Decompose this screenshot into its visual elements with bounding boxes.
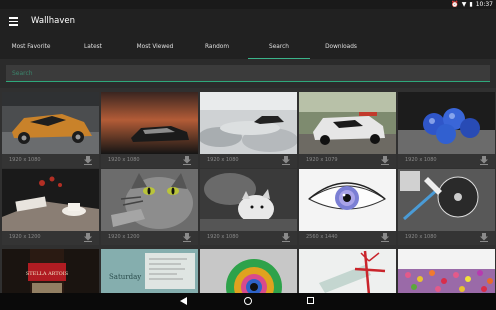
wallpaper-thumbnail bbox=[299, 92, 396, 154]
wallpaper-thumbnail bbox=[398, 249, 495, 293]
download-icon[interactable] bbox=[282, 156, 290, 165]
wallpaper-thumbnail bbox=[200, 249, 297, 293]
wifi-icon: ▼ bbox=[461, 1, 467, 8]
wallpaper-footer: 1920 x 1079 bbox=[299, 154, 396, 168]
battery-icon: ▮ bbox=[469, 1, 473, 8]
wallpaper-card[interactable] bbox=[200, 249, 297, 293]
wallpaper-resolution: 1920 x 1079 bbox=[306, 157, 338, 163]
app-title: Wallhaven bbox=[31, 16, 76, 26]
tab-bar: Most Favorite Latest Most Viewed Random … bbox=[0, 35, 496, 59]
wallpaper-resolution: 1920 x 1080 bbox=[9, 157, 41, 163]
search-input[interactable] bbox=[6, 65, 490, 82]
wallpaper-thumbnail bbox=[200, 92, 297, 154]
home-icon[interactable] bbox=[244, 297, 252, 305]
wallpaper-card[interactable]: 1920 x 1080 bbox=[101, 92, 198, 168]
tab-latest[interactable]: Latest bbox=[62, 35, 124, 59]
download-icon[interactable] bbox=[183, 233, 191, 242]
wallpaper-card[interactable]: 1920 x 1200 bbox=[101, 169, 198, 245]
tab-random[interactable]: Random bbox=[186, 35, 248, 59]
tab-search[interactable]: Search bbox=[248, 35, 310, 59]
hamburger-menu-icon[interactable] bbox=[9, 17, 18, 26]
wallpaper-card[interactable] bbox=[398, 249, 495, 293]
wallpaper-grid: 1920 x 1080 1920 x 1080 1920 x 1080 1920… bbox=[0, 88, 496, 293]
wallpaper-footer: 1920 x 1080 bbox=[2, 154, 99, 168]
wallpaper-card[interactable]: 1920 x 1080 bbox=[2, 92, 99, 168]
wallpaper-footer: 1920 x 1200 bbox=[2, 231, 99, 245]
wallpaper-resolution: 1920 x 1200 bbox=[108, 234, 140, 240]
wallpaper-footer: 1920 x 1080 bbox=[398, 154, 495, 168]
wallpaper-footer: 1920 x 1080 bbox=[398, 231, 495, 245]
wallpaper-thumbnail bbox=[299, 169, 396, 231]
download-icon[interactable] bbox=[282, 233, 290, 242]
wallpaper-thumbnail: Saturday bbox=[101, 249, 198, 293]
wallpaper-thumbnail: STELLA ARTOIS bbox=[2, 249, 99, 293]
download-icon[interactable] bbox=[480, 156, 488, 165]
wallpaper-thumbnail bbox=[200, 169, 297, 231]
wallpaper-thumbnail bbox=[299, 249, 396, 293]
recent-apps-icon[interactable] bbox=[307, 297, 314, 304]
wallpaper-resolution: 1920 x 1080 bbox=[405, 157, 437, 163]
wallpaper-card[interactable]: 1920 x 1079 bbox=[299, 92, 396, 168]
download-icon[interactable] bbox=[183, 156, 191, 165]
tab-most-viewed[interactable]: Most Viewed bbox=[124, 35, 186, 59]
status-bar: ⏰ ▼ ▮ 10:37 bbox=[0, 0, 496, 9]
wallpaper-resolution: 1920 x 1080 bbox=[405, 234, 437, 240]
wallpaper-resolution: 1920 x 1080 bbox=[207, 234, 239, 240]
wallpaper-card[interactable]: 1920 x 1080 bbox=[200, 169, 297, 245]
wallpaper-resolution: 1920 x 1200 bbox=[9, 234, 41, 240]
wallpaper-thumbnail bbox=[2, 169, 99, 231]
wallpaper-thumbnail bbox=[398, 169, 495, 231]
wallpaper-footer: 1920 x 1080 bbox=[200, 231, 297, 245]
wallpaper-footer: 1920 x 1200 bbox=[101, 231, 198, 245]
tab-most-favorite[interactable]: Most Favorite bbox=[0, 35, 62, 59]
wallpaper-card[interactable] bbox=[299, 249, 396, 293]
wallpaper-thumbnail bbox=[101, 169, 198, 231]
wallpaper-resolution: 2560 x 1440 bbox=[306, 234, 338, 240]
wallpaper-card[interactable]: 1920 x 1080 bbox=[200, 92, 297, 168]
wallpaper-footer: 1920 x 1080 bbox=[200, 154, 297, 168]
back-icon[interactable] bbox=[180, 297, 187, 305]
download-icon[interactable] bbox=[381, 233, 389, 242]
wallpaper-footer: 2560 x 1440 bbox=[299, 231, 396, 245]
wallpaper-card[interactable]: 1920 x 1080 bbox=[398, 169, 495, 245]
download-icon[interactable] bbox=[381, 156, 389, 165]
download-icon[interactable] bbox=[84, 233, 92, 242]
app-bar: Wallhaven bbox=[0, 9, 496, 35]
status-icons: ⏰ ▼ ▮ 10:37 bbox=[451, 0, 493, 9]
tab-downloads[interactable]: Downloads bbox=[310, 35, 372, 59]
wallpaper-card[interactable]: STELLA ARTOIS bbox=[2, 249, 99, 293]
wallpaper-card[interactable]: 1920 x 1200 bbox=[2, 169, 99, 245]
status-time: 10:37 bbox=[475, 1, 493, 8]
wallpaper-card[interactable]: 2560 x 1440 bbox=[299, 169, 396, 245]
wallpaper-card[interactable]: 1920 x 1080 bbox=[398, 92, 495, 168]
thumbnail-brand-label: STELLA ARTOIS bbox=[26, 271, 69, 277]
system-nav-bar bbox=[0, 293, 496, 310]
wallpaper-thumbnail bbox=[2, 92, 99, 154]
alarm-icon: ⏰ bbox=[451, 1, 459, 8]
wallpaper-footer: 1920 x 1080 bbox=[101, 154, 198, 168]
thumbnail-saturday-label: Saturday bbox=[109, 273, 141, 281]
wallpaper-card[interactable]: Saturday bbox=[101, 249, 198, 293]
wallpaper-resolution: 1920 x 1080 bbox=[207, 157, 239, 163]
wallpaper-thumbnail bbox=[101, 92, 198, 154]
download-icon[interactable] bbox=[480, 233, 488, 242]
wallpaper-thumbnail bbox=[398, 92, 495, 154]
search-bar bbox=[0, 59, 496, 88]
download-icon[interactable] bbox=[84, 156, 92, 165]
wallpaper-resolution: 1920 x 1080 bbox=[108, 157, 140, 163]
